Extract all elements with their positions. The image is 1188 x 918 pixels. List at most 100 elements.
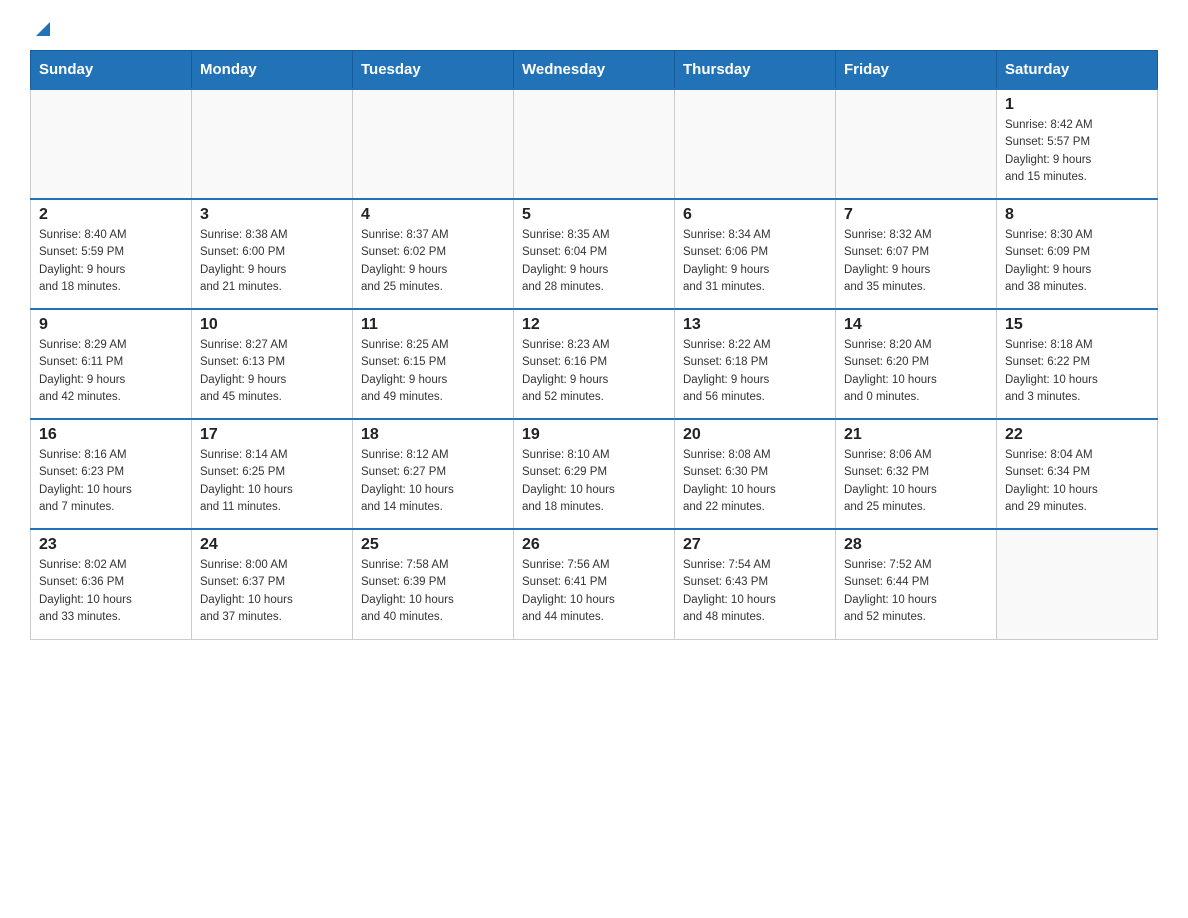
day-info: Sunrise: 8:04 AM Sunset: 6:34 PM Dayligh… [1005,447,1149,516]
weekday-header-thursday: Thursday [675,51,836,90]
day-info: Sunrise: 8:16 AM Sunset: 6:23 PM Dayligh… [39,447,183,516]
day-number: 3 [200,206,344,224]
day-number: 14 [844,316,988,334]
day-number: 7 [844,206,988,224]
day-info: Sunrise: 8:10 AM Sunset: 6:29 PM Dayligh… [522,447,666,516]
logo-triangle-icon [32,18,54,40]
day-info: Sunrise: 8:30 AM Sunset: 6:09 PM Dayligh… [1005,227,1149,296]
calendar-cell: 19 Sunrise: 8:10 AM Sunset: 6:29 PM Dayli… [514,419,675,529]
day-number: 11 [361,316,505,334]
day-info: Sunrise: 8:27 AM Sunset: 6:13 PM Dayligh… [200,337,344,406]
calendar-cell: 28 Sunrise: 7:52 AM Sunset: 6:44 PM Dayli… [836,529,997,639]
day-info: Sunrise: 8:02 AM Sunset: 6:36 PM Dayligh… [39,557,183,626]
day-number: 23 [39,536,183,554]
day-number: 9 [39,316,183,334]
calendar-cell: 25 Sunrise: 7:58 AM Sunset: 6:39 PM Dayli… [353,529,514,639]
calendar-cell [514,89,675,199]
day-number: 18 [361,426,505,444]
day-number: 12 [522,316,666,334]
day-number: 5 [522,206,666,224]
day-number: 22 [1005,426,1149,444]
calendar-cell: 4 Sunrise: 8:37 AM Sunset: 6:02 PM Daylig… [353,199,514,309]
weekday-header-saturday: Saturday [997,51,1158,90]
weekday-header-monday: Monday [192,51,353,90]
day-info: Sunrise: 8:34 AM Sunset: 6:06 PM Dayligh… [683,227,827,296]
calendar-cell [836,89,997,199]
calendar-cell: 11 Sunrise: 8:25 AM Sunset: 6:15 PM Dayli… [353,309,514,419]
page-header [30,20,1158,40]
calendar-table: SundayMondayTuesdayWednesdayThursdayFrid… [30,50,1158,640]
calendar-cell: 5 Sunrise: 8:35 AM Sunset: 6:04 PM Daylig… [514,199,675,309]
day-info: Sunrise: 8:25 AM Sunset: 6:15 PM Dayligh… [361,337,505,406]
day-info: Sunrise: 8:18 AM Sunset: 6:22 PM Dayligh… [1005,337,1149,406]
day-number: 8 [1005,206,1149,224]
day-number: 10 [200,316,344,334]
day-info: Sunrise: 8:42 AM Sunset: 5:57 PM Dayligh… [1005,117,1149,186]
day-info: Sunrise: 8:12 AM Sunset: 6:27 PM Dayligh… [361,447,505,516]
day-number: 17 [200,426,344,444]
day-info: Sunrise: 8:37 AM Sunset: 6:02 PM Dayligh… [361,227,505,296]
calendar-week-row: 9 Sunrise: 8:29 AM Sunset: 6:11 PM Daylig… [31,309,1158,419]
calendar-cell: 3Sunrise: 8:38 AM Sunset: 6:00 PM Daylig… [192,199,353,309]
calendar-cell: 26 Sunrise: 7:56 AM Sunset: 6:41 PM Dayli… [514,529,675,639]
calendar-cell: 10 Sunrise: 8:27 AM Sunset: 6:13 PM Dayli… [192,309,353,419]
day-number: 28 [844,536,988,554]
calendar-cell: 15 Sunrise: 8:18 AM Sunset: 6:22 PM Dayli… [997,309,1158,419]
day-number: 19 [522,426,666,444]
calendar-cell: 23 Sunrise: 8:02 AM Sunset: 6:36 PM Dayli… [31,529,192,639]
day-info: Sunrise: 7:58 AM Sunset: 6:39 PM Dayligh… [361,557,505,626]
calendar-cell: 21Sunrise: 8:06 AM Sunset: 6:32 PM Dayli… [836,419,997,529]
calendar-cell [31,89,192,199]
calendar-cell: 1 Sunrise: 8:42 AM Sunset: 5:57 PM Daylig… [997,89,1158,199]
calendar-cell: 13 Sunrise: 8:22 AM Sunset: 6:18 PM Dayli… [675,309,836,419]
weekday-header-wednesday: Wednesday [514,51,675,90]
day-info: Sunrise: 8:14 AM Sunset: 6:25 PM Dayligh… [200,447,344,516]
calendar-cell: 22 Sunrise: 8:04 AM Sunset: 6:34 PM Dayli… [997,419,1158,529]
calendar-cell [997,529,1158,639]
day-number: 25 [361,536,505,554]
calendar-cell: 17 Sunrise: 8:14 AM Sunset: 6:25 PM Dayli… [192,419,353,529]
day-number: 20 [683,426,827,444]
calendar-cell: 24 Sunrise: 8:00 AM Sunset: 6:37 PM Dayli… [192,529,353,639]
day-number: 4 [361,206,505,224]
day-info: Sunrise: 8:35 AM Sunset: 6:04 PM Dayligh… [522,227,666,296]
day-info: Sunrise: 8:20 AM Sunset: 6:20 PM Dayligh… [844,337,988,406]
day-info: Sunrise: 8:22 AM Sunset: 6:18 PM Dayligh… [683,337,827,406]
calendar-cell: 18 Sunrise: 8:12 AM Sunset: 6:27 PM Dayli… [353,419,514,529]
day-number: 27 [683,536,827,554]
calendar-week-row: 23 Sunrise: 8:02 AM Sunset: 6:36 PM Dayli… [31,529,1158,639]
day-info: Sunrise: 7:56 AM Sunset: 6:41 PM Dayligh… [522,557,666,626]
day-info: Sunrise: 8:32 AM Sunset: 6:07 PM Dayligh… [844,227,988,296]
day-number: 24 [200,536,344,554]
calendar-cell: 27 Sunrise: 7:54 AM Sunset: 6:43 PM Dayli… [675,529,836,639]
day-number: 6 [683,206,827,224]
day-number: 1 [1005,96,1149,114]
day-number: 16 [39,426,183,444]
weekday-header-friday: Friday [836,51,997,90]
calendar-cell: 7 Sunrise: 8:32 AM Sunset: 6:07 PM Daylig… [836,199,997,309]
weekday-header-row: SundayMondayTuesdayWednesdayThursdayFrid… [31,51,1158,90]
day-number: 26 [522,536,666,554]
calendar-cell [675,89,836,199]
weekday-header-sunday: Sunday [31,51,192,90]
day-info: Sunrise: 8:08 AM Sunset: 6:30 PM Dayligh… [683,447,827,516]
day-info: Sunrise: 7:52 AM Sunset: 6:44 PM Dayligh… [844,557,988,626]
calendar-cell: 8 Sunrise: 8:30 AM Sunset: 6:09 PM Daylig… [997,199,1158,309]
calendar-cell: 9 Sunrise: 8:29 AM Sunset: 6:11 PM Daylig… [31,309,192,419]
weekday-header-tuesday: Tuesday [353,51,514,90]
calendar-week-row: 1 Sunrise: 8:42 AM Sunset: 5:57 PM Daylig… [31,89,1158,199]
day-info: Sunrise: 8:29 AM Sunset: 6:11 PM Dayligh… [39,337,183,406]
day-info: Sunrise: 7:54 AM Sunset: 6:43 PM Dayligh… [683,557,827,626]
logo [30,20,54,40]
day-number: 21 [844,426,988,444]
day-number: 2 [39,206,183,224]
calendar-cell: 20 Sunrise: 8:08 AM Sunset: 6:30 PM Dayli… [675,419,836,529]
calendar-cell: 16 Sunrise: 8:16 AM Sunset: 6:23 PM Dayli… [31,419,192,529]
day-number: 15 [1005,316,1149,334]
calendar-week-row: 2 Sunrise: 8:40 AM Sunset: 5:59 PM Daylig… [31,199,1158,309]
calendar-cell: 14 Sunrise: 8:20 AM Sunset: 6:20 PM Dayli… [836,309,997,419]
day-info: Sunrise: 8:40 AM Sunset: 5:59 PM Dayligh… [39,227,183,296]
day-number: 13 [683,316,827,334]
calendar-cell: 12Sunrise: 8:23 AM Sunset: 6:16 PM Dayli… [514,309,675,419]
day-info: Sunrise: 8:00 AM Sunset: 6:37 PM Dayligh… [200,557,344,626]
